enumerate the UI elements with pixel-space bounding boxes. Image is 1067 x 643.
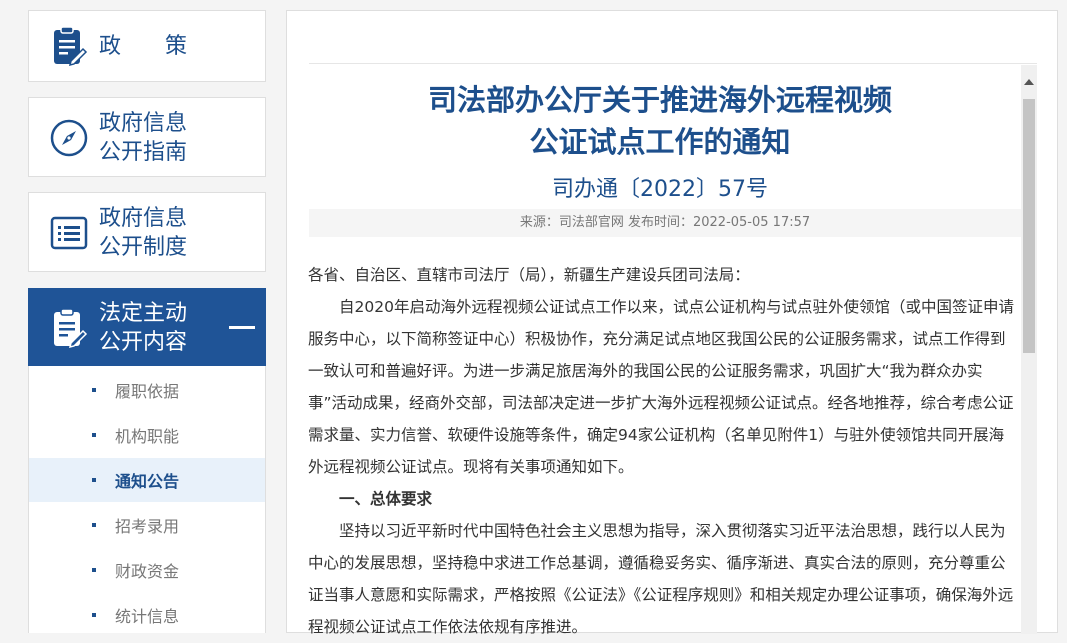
nav-disclosure-guide-label: 政府信息 公开指南 [99, 111, 188, 165]
section-heading: 一、总体要求 [339, 490, 433, 508]
article-title: 司法部办公厅关于推进海外远程视频 公证试点工作的通知 [427, 83, 892, 159]
submenu-item-finance[interactable]: 财政资金 [29, 548, 265, 592]
bullet-icon [92, 433, 96, 437]
paragraph: 自2020年启动海外远程视频公证试点工作以来，试点公证机构与试点驻外使领馆（或中… [308, 298, 1014, 476]
article-panel: 司法部办公厅关于推进海外远程视频 公证试点工作的通知 司办通〔2022〕57号 来… [286, 10, 1058, 636]
scroll-up-arrow-icon[interactable] [1024, 79, 1034, 85]
bullet-icon [92, 523, 96, 527]
bullet-icon [92, 613, 96, 617]
nav-statutory-disclosure-label: 法定主动 公开内容 [99, 301, 188, 355]
greeting: 各省、自治区、直辖市司法厅（局），新疆生产建设兵团司法局： [308, 266, 750, 284]
submenu: 履职依据 机构职能 通知公告 招考录用 财政资金 统计信息 [28, 366, 266, 633]
divider [309, 63, 1037, 64]
nav-disclosure-system[interactable]: 政府信息 公开制度 [28, 192, 266, 272]
article-meta: 来源：司法部官网 发布时间：2022-05-05 17:57 [309, 209, 1021, 237]
submenu-item-functions[interactable]: 机构职能 [29, 413, 265, 457]
submenu-item-duties-basis[interactable]: 履职依据 [29, 368, 265, 412]
nav-policy[interactable]: 政 策 [28, 10, 266, 82]
scrollbar-thumb[interactable] [1023, 99, 1035, 353]
document-number: 司办通〔2022〕57号 [552, 177, 768, 202]
bullet-icon [92, 388, 96, 392]
submenu-item-statistics[interactable]: 统计信息 [29, 593, 265, 637]
submenu-item-recruitment[interactable]: 招考录用 [29, 503, 265, 547]
nav-disclosure-system-label: 政府信息 公开制度 [99, 206, 188, 260]
list-document-icon [49, 213, 89, 253]
paragraph: 坚持以习近平新时代中国特色社会主义思想为指导，深入贯彻落实习近平法治思想，践行以… [308, 522, 1014, 636]
submenu-item-notices[interactable]: 通知公告 [29, 458, 265, 502]
bullet-icon [92, 478, 96, 482]
scrollbar[interactable] [1021, 65, 1037, 634]
bullet-icon [92, 568, 96, 572]
clipboard-pen-icon [49, 26, 89, 67]
article-body: 各省、自治区、直辖市司法厅（局），新疆生产建设兵团司法局： 自2020年启动海外… [308, 259, 1016, 643]
minus-icon[interactable] [229, 326, 255, 329]
clipboard-pen-icon [49, 308, 89, 349]
sidebar: 政 策 政府信息 公开指南 政府信息 公开制度 法定主动 公开内容 履职依据 机构职能… [0, 0, 280, 633]
nav-statutory-disclosure[interactable]: 法定主动 公开内容 [28, 288, 266, 366]
compass-icon [49, 118, 89, 158]
nav-policy-label: 政 策 [99, 34, 188, 59]
nav-disclosure-guide[interactable]: 政府信息 公开指南 [28, 97, 266, 177]
